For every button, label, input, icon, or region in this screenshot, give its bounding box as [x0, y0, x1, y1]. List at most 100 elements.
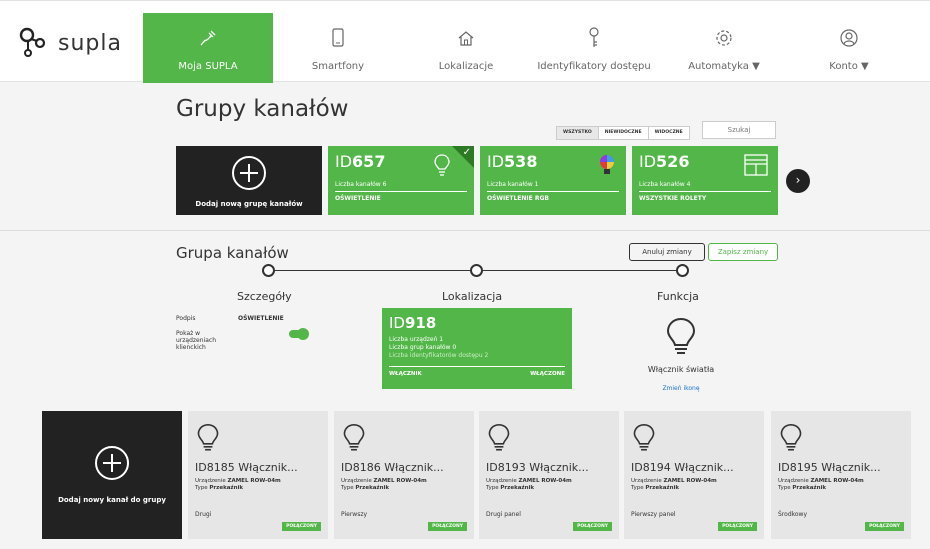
divider: [389, 366, 565, 367]
channel-type: Type Przekaźnik: [195, 485, 244, 491]
step-node-details[interactable]: [262, 264, 275, 277]
group-channel-count: Liczba kanałów 6: [335, 181, 387, 188]
filter-visible[interactable]: WIDOCZNE: [649, 127, 689, 139]
group-channel-count: Liczba kanałów 4: [639, 181, 691, 188]
nav-smartfony[interactable]: Smartfony: [273, 13, 403, 83]
group-function: WSZYSTKIE ROLETY: [639, 195, 707, 202]
brand-name: supla: [58, 30, 122, 56]
lightbulb-icon: [197, 423, 321, 457]
channel-caption: Drugi panel: [486, 511, 521, 518]
change-icon-link[interactable]: Zmień ikonę: [610, 385, 752, 392]
channel-type: Type Przekaźnik: [631, 485, 680, 491]
plus-icon: [232, 156, 266, 190]
location-groups: Liczba grup kanałów 0: [389, 344, 457, 351]
channel-id: ID8195 Włącznik...: [778, 461, 881, 474]
channel-type: Type Przekaźnik: [341, 485, 390, 491]
divider: [487, 191, 619, 192]
status-badge: POŁĄCZONY: [718, 522, 757, 531]
nav-identyfikatory[interactable]: Identyfikatory dostępu: [529, 13, 659, 83]
search-input[interactable]: Szukaj: [702, 121, 776, 139]
supla-logo[interactable]: supla: [18, 23, 122, 63]
channel-card[interactable]: ID8194 Włącznik... Urządzenie ZAMEL ROW-…: [624, 411, 764, 539]
channel-device: Urządzenie ZAMEL ROW-04m: [778, 478, 864, 484]
page-title: Grupy kanałów: [176, 96, 349, 122]
filter-hidden[interactable]: NIEWIDOCZNE: [599, 127, 649, 139]
status-badge: POŁĄCZONY: [282, 522, 321, 531]
nav-moja-supla[interactable]: Moja SUPLA: [143, 13, 273, 83]
save-changes-button[interactable]: Zapisz zmiany: [708, 243, 778, 261]
nav-label: Lokalizacje: [438, 61, 494, 72]
lightbulb-icon: [780, 423, 904, 457]
lightbulb-icon: [666, 317, 696, 361]
step-node-function[interactable]: [676, 264, 689, 277]
roller-shutter-icon: [744, 154, 768, 180]
caption-value[interactable]: OŚWIETLENIE: [238, 315, 284, 322]
lightbulb-icon: [488, 423, 612, 457]
group-channel-count: Liczba kanałów 1: [487, 181, 539, 188]
channel-caption: Drugi: [195, 511, 212, 518]
location-card[interactable]: ID918 Liczba urządzeń 1 Liczba grup kana…: [382, 308, 572, 389]
divider: [639, 191, 771, 192]
channel-device: Urządzenie ZAMEL ROW-04m: [631, 478, 717, 484]
location-id: ID918: [389, 314, 437, 332]
nav-label: Konto ▼: [829, 61, 869, 72]
status-badge: POŁĄCZONY: [428, 522, 467, 531]
nav-konto[interactable]: Konto ▼: [789, 13, 909, 83]
location-switch-label: WŁĄCZNIK: [389, 371, 422, 377]
gear-icon: [714, 27, 734, 49]
group-card[interactable]: ID526 Liczba kanałów 4 WSZYSTKIE ROLETY: [632, 146, 778, 215]
divider: [335, 191, 467, 192]
key-icon: [587, 27, 601, 49]
channel-id: ID8194 Włącznik...: [631, 461, 734, 474]
step-title-details: Szczegóły: [237, 290, 292, 303]
lightbulb-icon: [633, 423, 757, 457]
nav-automatyka[interactable]: Automatyka ▼: [659, 13, 789, 83]
location-footer: WŁĄCZNIK WŁĄCZONE: [389, 371, 565, 377]
lightbulb-icon: [343, 423, 467, 457]
next-page-button[interactable]: ›: [786, 169, 810, 193]
nav-lokalizacje[interactable]: Lokalizacje: [403, 13, 529, 83]
user-icon: [839, 27, 859, 49]
section-title: Grupa kanałów: [176, 244, 289, 262]
channel-id: ID8186 Włącznik...: [341, 461, 444, 474]
channel-type: Type Przekaźnik: [486, 485, 535, 491]
cancel-changes-button[interactable]: Anuluj zmiany: [629, 243, 705, 261]
show-in-clients-toggle[interactable]: [289, 328, 309, 340]
nav-label: Smartfony: [311, 61, 365, 72]
channel-card[interactable]: ID8185 Włącznik... Urządzenie ZAMEL ROW-…: [188, 411, 328, 539]
filter-all[interactable]: WSZYSTKO: [557, 127, 599, 139]
caption-label: Podpis: [176, 315, 196, 322]
add-channel-group-button[interactable]: Dodaj nową grupę kanałów: [176, 146, 322, 215]
channel-card[interactable]: ID8186 Włącznik... Urządzenie ZAMEL ROW-…: [334, 411, 474, 539]
home-icon: [457, 27, 475, 49]
channel-id: ID8185 Włącznik...: [195, 461, 298, 474]
nav-label: Automatyka ▼: [688, 61, 760, 72]
channel-card[interactable]: ID8193 Włącznik... Urządzenie ZAMEL ROW-…: [479, 411, 619, 539]
group-card[interactable]: ✓ ID657 Liczba kanałów 6 OŚWIETLENIE: [328, 146, 474, 215]
channel-device: Urządzenie ZAMEL ROW-04m: [195, 478, 281, 484]
plus-icon: [95, 446, 129, 480]
status-badge: POŁĄCZONY: [865, 522, 904, 531]
checkmark-icon: ✓: [462, 147, 471, 158]
function-name: Włącznik światła: [647, 365, 715, 374]
plug-icon: [198, 27, 218, 49]
channel-device: Urządzenie ZAMEL ROW-04m: [341, 478, 427, 484]
group-function: OŚWIETLENIE: [335, 195, 381, 202]
location-status: WŁĄCZONE: [530, 371, 565, 377]
add-group-label: Dodaj nową grupę kanałów: [195, 200, 303, 208]
group-function: OŚWIETLENIE RGB: [487, 195, 549, 202]
group-card[interactable]: ID538 Liczba kanałów 1 OŚWIETLENIE RGB: [480, 146, 626, 215]
lightbulb-icon: [434, 154, 450, 180]
rgb-lightbulb-icon: [598, 154, 616, 180]
step-node-location[interactable]: [470, 264, 483, 277]
channel-id: ID8193 Włącznik...: [486, 461, 589, 474]
visibility-filter: WSZYSTKO NIEWIDOCZNE WIDOCZNE: [556, 126, 690, 140]
location-devices: Liczba urządzeń 1: [389, 336, 444, 343]
smartphone-icon: [331, 27, 345, 49]
add-channel-button[interactable]: Dodaj nowy kanał do grupy: [42, 411, 182, 539]
channel-caption: Środkowy: [778, 511, 808, 518]
status-badge: POŁĄCZONY: [573, 522, 612, 531]
show-in-clients-label: Pokaż w urządzeniach klienckich: [176, 330, 216, 351]
channel-card[interactable]: ID8195 Włącznik... Urządzenie ZAMEL ROW-…: [771, 411, 911, 539]
nav-label: Moja SUPLA: [178, 61, 238, 72]
